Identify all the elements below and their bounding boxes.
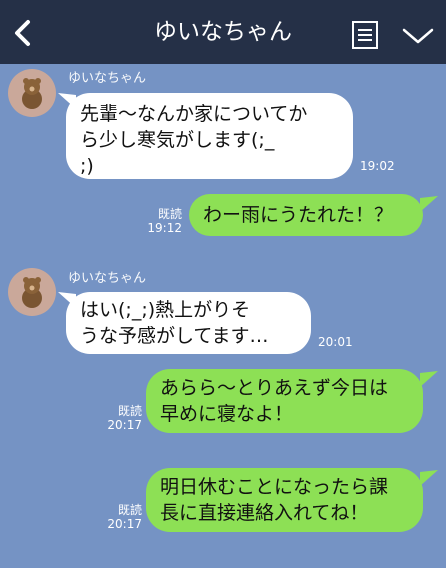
message-bubble[interactable]: はい(;_;)熱上がりそ うな予感がしてます… xyxy=(66,292,311,354)
chat-header: ゆいなちゃん xyxy=(0,0,446,64)
read-receipt: 既読 xyxy=(117,404,142,418)
message-line: 早めに寝なよ！ xyxy=(160,403,294,425)
message-bubble[interactable]: あらら〜とりあえず今日は 早めに寝なよ！ xyxy=(146,369,423,433)
avatar[interactable] xyxy=(8,69,56,117)
notes-icon[interactable] xyxy=(351,20,379,50)
avatar[interactable] xyxy=(8,268,56,316)
chat-title: ゆいなちゃん xyxy=(154,19,292,45)
sender-name: ゆいなちゃん xyxy=(68,271,147,286)
timestamp: 19:02 xyxy=(360,159,395,173)
chevron-down-icon[interactable] xyxy=(401,25,435,47)
message-bubble[interactable]: 先輩〜なんか家についてか ら少し寒気がします(;_ ;) xyxy=(66,93,353,179)
message-bubble[interactable]: わー雨にうたれた！？ xyxy=(189,194,423,236)
timestamp: 20:17 xyxy=(107,517,142,531)
chevron-left-icon[interactable] xyxy=(8,16,38,50)
timestamp: 20:01 xyxy=(318,335,353,349)
message-line: ;) xyxy=(80,155,94,177)
message-line: 先輩〜なんか家についてか xyxy=(80,103,308,125)
sender-name: ゆいなちゃん xyxy=(68,71,147,86)
message-line: あらら〜とりあえず今日は xyxy=(160,377,389,399)
chat-screen: ゆいなちゃん ゆいなちゃん 先輩〜なんか家についてか ら少し寒気がします(;_ … xyxy=(0,0,446,568)
bubble-tail xyxy=(420,371,438,387)
bubble-tail xyxy=(420,196,438,212)
message-bubble[interactable]: 明日休むことになったら課 長に直接連絡入れてね！ xyxy=(146,468,423,532)
timestamp: 20:17 xyxy=(107,418,142,432)
timestamp: 19:12 xyxy=(147,221,182,235)
message-line: うな予感がしてます… xyxy=(80,325,269,347)
read-receipt: 既読 xyxy=(157,207,182,221)
read-receipt: 既読 xyxy=(117,503,142,517)
bubble-tail xyxy=(420,470,438,486)
message-line: 長に直接連絡入れてね！ xyxy=(160,502,369,524)
message-line: ら少し寒気がします(;_ xyxy=(80,129,275,151)
message-line: わー雨にうたれた！？ xyxy=(203,204,394,226)
message-line: はい(;_;)熱上がりそ xyxy=(80,299,251,321)
message-line: 明日休むことになったら課 xyxy=(160,476,389,498)
